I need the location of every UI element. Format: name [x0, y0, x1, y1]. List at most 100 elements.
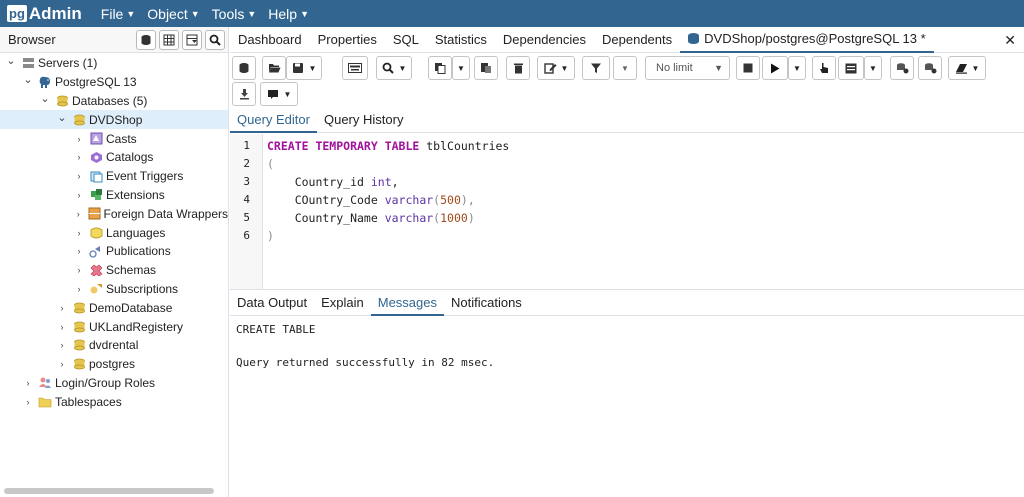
chevron-right-icon[interactable]: ›: [22, 378, 34, 388]
code-line[interactable]: COuntry_Code varchar(500),: [267, 193, 475, 207]
copy-dropdown-button[interactable]: ▼: [452, 56, 470, 80]
macros-button[interactable]: ▼: [260, 82, 298, 106]
menu-object[interactable]: Object ▼: [147, 6, 199, 22]
tree-node[interactable]: › dvdrental: [0, 336, 228, 355]
chevron-right-icon[interactable]: ›: [73, 171, 85, 181]
tab-notifications[interactable]: Notifications: [444, 290, 529, 316]
close-icon[interactable]: ✕: [1004, 32, 1016, 49]
tree-node[interactable]: › Extensions: [0, 186, 228, 205]
save-icon: [292, 63, 303, 73]
filter-dropdown-button[interactable]: ▼: [613, 56, 637, 80]
find-button-group[interactable]: [342, 56, 368, 80]
chevron-right-icon[interactable]: ›: [56, 303, 68, 313]
tab-data-output[interactable]: Data Output: [230, 290, 314, 316]
explain-button[interactable]: [812, 56, 836, 80]
chevron-right-icon[interactable]: ›: [73, 134, 85, 144]
line-number: 5: [243, 211, 250, 224]
explain-analyze-button[interactable]: [838, 56, 864, 80]
tree-node[interactable]: ⌄ PostgreSQL 13: [0, 73, 228, 92]
chevron-right-icon[interactable]: ›: [73, 190, 85, 200]
tab-query-history[interactable]: Query History: [317, 108, 410, 133]
view-data-button[interactable]: [159, 29, 179, 50]
tree-node[interactable]: › Tablespaces: [0, 392, 228, 411]
tree-node[interactable]: ⌄ Servers (1): [0, 54, 228, 73]
rollback-button[interactable]: [918, 56, 942, 80]
pgadmin-logo: pg Admin: [7, 0, 82, 27]
tree-node[interactable]: ⌄ Databases (5): [0, 92, 228, 111]
tab-statistics[interactable]: Statistics: [427, 27, 495, 53]
tree-node[interactable]: › Event Triggers: [0, 167, 228, 186]
horizontal-scrollbar[interactable]: [4, 488, 214, 494]
tab-properties[interactable]: Properties: [310, 27, 385, 53]
delete-button[interactable]: [506, 56, 530, 80]
explain-dropdown-button[interactable]: ▼: [864, 56, 882, 80]
row-limit-select[interactable]: No limit ▼: [645, 56, 730, 80]
tab-dashboard[interactable]: Dashboard: [230, 27, 310, 53]
tab-dependents[interactable]: Dependents: [594, 27, 680, 53]
chevron-right-icon[interactable]: ›: [73, 209, 84, 219]
execute-button[interactable]: [762, 56, 788, 80]
menu-tools[interactable]: Tools ▼: [212, 6, 257, 22]
execute-dropdown-button[interactable]: ▼: [788, 56, 806, 80]
extensions-icon: [89, 189, 103, 201]
filter-button[interactable]: [582, 56, 610, 80]
edit-pen-icon: [543, 63, 557, 74]
code-line[interactable]: Country_Name varchar(1000): [267, 211, 475, 225]
chevron-down-icon[interactable]: ⌄: [39, 92, 51, 105]
tree-node[interactable]: › postgres: [0, 355, 228, 374]
tree-node[interactable]: › Casts: [0, 129, 228, 148]
sql-editor[interactable]: 1 2 3 4 5 6 CREATE TEMPORARY TABLE tblCountri…: [230, 134, 1024, 289]
tree-node[interactable]: › Subscriptions: [0, 280, 228, 299]
chevron-right-icon[interactable]: ›: [73, 284, 85, 294]
tab-sql[interactable]: SQL: [385, 27, 427, 53]
clear-button[interactable]: ▼: [948, 56, 986, 80]
chevron-right-icon[interactable]: ›: [73, 152, 85, 162]
code-line[interactable]: ): [267, 229, 274, 243]
chevron-right-icon[interactable]: ›: [56, 322, 68, 332]
search-icon: [209, 34, 221, 46]
tree-node[interactable]: › Login/Group Roles: [0, 374, 228, 393]
find-button[interactable]: ▼: [376, 56, 412, 80]
commit-button[interactable]: [890, 56, 914, 80]
chevron-right-icon[interactable]: ›: [73, 246, 85, 256]
chevron-down-icon: ▼: [300, 8, 309, 19]
download-button[interactable]: [232, 82, 256, 106]
chevron-right-icon[interactable]: ›: [22, 397, 34, 407]
chevron-right-icon[interactable]: ›: [56, 340, 68, 350]
tree-node[interactable]: › Publications: [0, 242, 228, 261]
cancel-query-button[interactable]: [736, 56, 760, 80]
main-area: Dashboard Properties SQL Statistics Depe…: [230, 27, 1024, 497]
menu-file[interactable]: File ▼: [101, 6, 135, 22]
code-line[interactable]: Country_id int,: [267, 175, 399, 189]
tree-node[interactable]: › Catalogs: [0, 148, 228, 167]
tree-node[interactable]: › DemoDatabase: [0, 298, 228, 317]
tab-query-tool[interactable]: DVDShop/postgres@PostgreSQL 13 *: [680, 27, 934, 53]
copy-button[interactable]: [428, 56, 452, 80]
chevron-right-icon[interactable]: ›: [73, 265, 85, 275]
code-line[interactable]: (: [267, 157, 274, 171]
tree-node[interactable]: › Schemas: [0, 261, 228, 280]
tab-query-editor[interactable]: Query Editor: [230, 108, 317, 133]
tree-node[interactable]: › UKLandRegistery: [0, 317, 228, 336]
server-connection-button[interactable]: [232, 56, 256, 80]
tree-node[interactable]: › Languages: [0, 223, 228, 242]
tab-dependencies[interactable]: Dependencies: [495, 27, 594, 53]
code-line[interactable]: CREATE TEMPORARY TABLE tblCountries: [267, 139, 509, 153]
chevron-down-icon[interactable]: ⌄: [56, 111, 68, 124]
object-explorer-button[interactable]: [136, 29, 156, 50]
chevron-down-icon[interactable]: ⌄: [5, 54, 17, 67]
edit-button[interactable]: ▼: [537, 56, 575, 80]
tab-messages[interactable]: Messages: [370, 290, 444, 316]
tab-explain[interactable]: Explain: [314, 290, 371, 316]
search-objects-button[interactable]: [205, 29, 225, 50]
open-file-button[interactable]: [262, 56, 286, 80]
paste-button[interactable]: [474, 56, 498, 80]
chevron-right-icon[interactable]: ›: [56, 359, 68, 369]
filtered-rows-button[interactable]: [182, 29, 202, 50]
save-file-button[interactable]: ▼: [286, 56, 322, 80]
menu-help[interactable]: Help ▼: [268, 6, 309, 22]
chevron-right-icon[interactable]: ›: [73, 228, 85, 238]
tree-node[interactable]: ⌄ DVDShop: [0, 110, 228, 130]
chevron-down-icon[interactable]: ⌄: [22, 73, 34, 86]
tree-node[interactable]: › Foreign Data Wrappers: [0, 204, 228, 223]
